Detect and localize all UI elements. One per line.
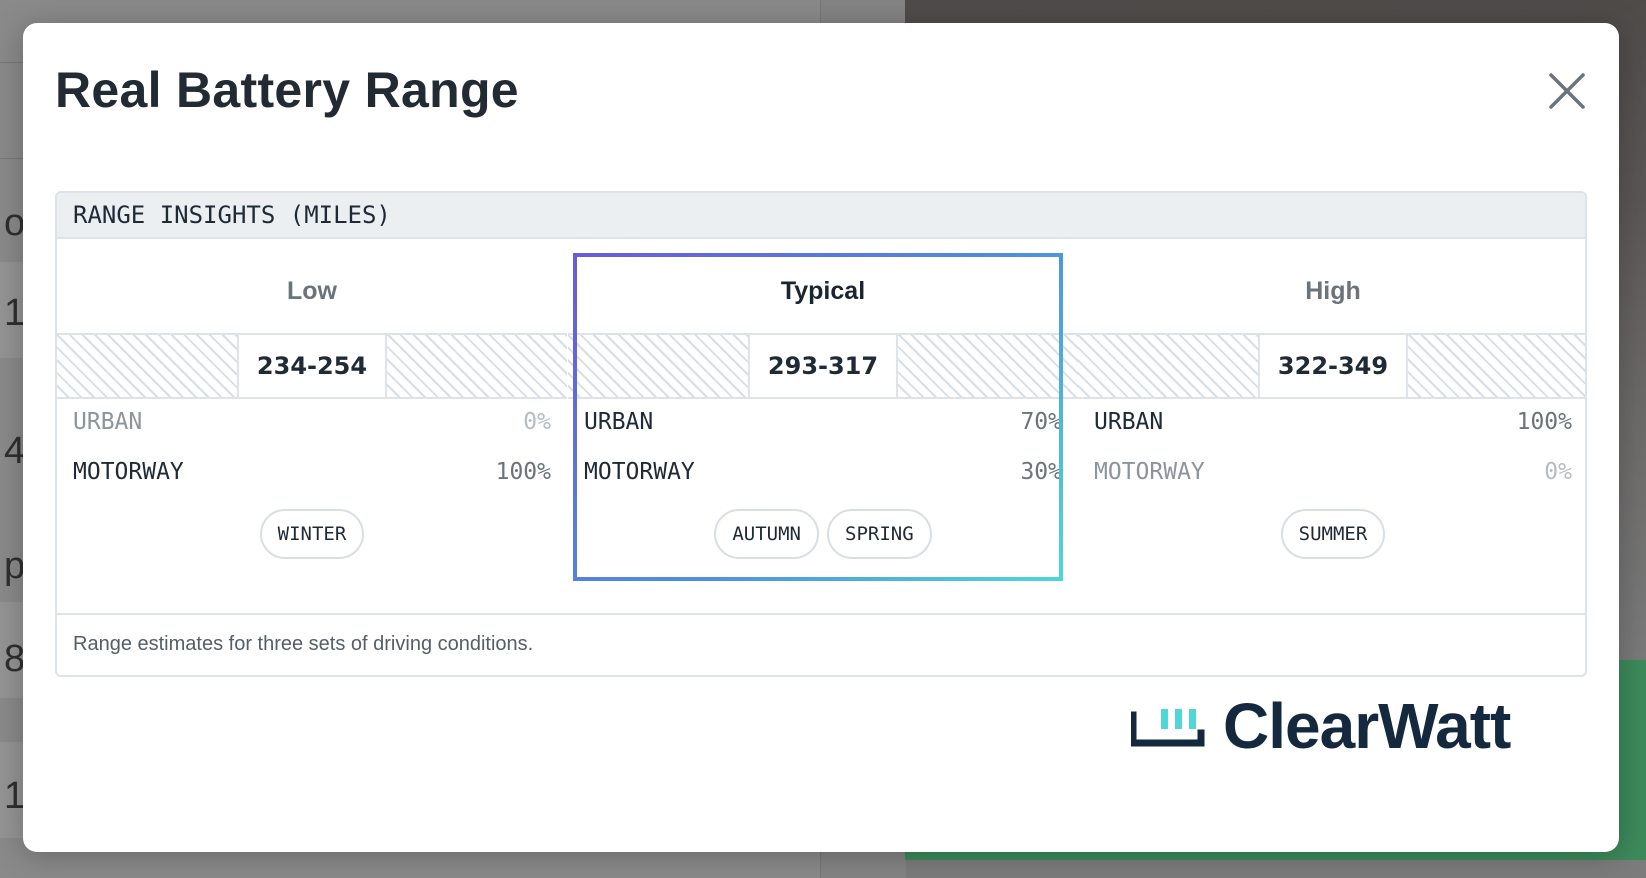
motorway-percent: 0% — [1544, 459, 1572, 485]
motorway-label: MOTORWAY — [584, 459, 695, 485]
urban-label: URBAN — [584, 409, 654, 435]
motorway-label: MOTORWAY — [1094, 459, 1205, 485]
range-column-typical: Typical 293-317 URBAN 70% MOTORWAY 30% A… — [568, 239, 1078, 615]
season-tag-winter: WINTER — [259, 509, 365, 559]
background-text: 8 — [4, 638, 26, 680]
motorway-row: MOTORWAY 100% — [73, 457, 551, 487]
urban-row: URBAN 100% — [1094, 407, 1572, 437]
close-button[interactable] — [1543, 67, 1591, 115]
brand-name: ClearWatt — [1223, 690, 1511, 762]
range-band: 322-349 — [1078, 333, 1585, 399]
urban-row: URBAN 70% — [584, 407, 1062, 437]
motorway-row: MOTORWAY 30% — [584, 457, 1062, 487]
motorway-percent: 30% — [1020, 459, 1062, 485]
background-text: 4 — [4, 430, 26, 472]
urban-label: URBAN — [1094, 409, 1164, 435]
season-tags: WINTER — [57, 509, 567, 559]
season-tag-summer: SUMMER — [1280, 509, 1386, 559]
urban-percent: 70% — [1020, 409, 1062, 435]
season-tags: SUMMER — [1078, 509, 1585, 559]
motorway-label: MOTORWAY — [73, 459, 184, 485]
column-label: Typical — [780, 277, 866, 305]
range-columns: Low 234-254 URBAN 0% MOTORWAY 100% WINTE… — [57, 239, 1585, 615]
urban-percent: 100% — [1516, 409, 1572, 435]
urban-row: URBAN 0% — [73, 407, 551, 437]
background-text: p — [4, 545, 26, 587]
urban-label: URBAN — [73, 409, 143, 435]
modal-title: Real Battery Range — [55, 62, 519, 118]
range-value: 322-349 — [1257, 335, 1409, 397]
range-value: 234-254 — [236, 335, 388, 397]
range-band: 293-317 — [568, 333, 1078, 399]
battery-range-modal: Real Battery Range RANGE INSIGHTS (MILES… — [23, 23, 1619, 852]
season-tag-autumn: AUTUMN — [714, 509, 819, 559]
range-column-low: Low 234-254 URBAN 0% MOTORWAY 100% WINTE… — [57, 239, 567, 615]
column-label: High — [1305, 277, 1361, 305]
motorway-row: MOTORWAY 0% — [1094, 457, 1572, 487]
motorway-percent: 100% — [495, 459, 551, 485]
panel-footnote: Range estimates for three sets of drivin… — [57, 613, 1585, 675]
battery-logo-icon — [1131, 709, 1205, 747]
range-band: 234-254 — [57, 333, 567, 399]
range-insights-panel: RANGE INSIGHTS (MILES) Low 234-254 URBAN… — [55, 191, 1587, 677]
panel-header: RANGE INSIGHTS (MILES) — [57, 193, 1585, 239]
season-tags: AUTUMN SPRING — [568, 509, 1078, 559]
urban-percent: 0% — [523, 409, 551, 435]
clearwatt-logo: ClearWatt — [1131, 691, 1621, 761]
range-column-high: High 322-349 URBAN 100% MOTORWAY 0% SUMM… — [1078, 239, 1585, 615]
close-icon — [1549, 73, 1585, 109]
season-tag-spring: SPRING — [827, 509, 932, 559]
range-value: 293-317 — [747, 335, 899, 397]
column-label: Low — [287, 277, 337, 305]
